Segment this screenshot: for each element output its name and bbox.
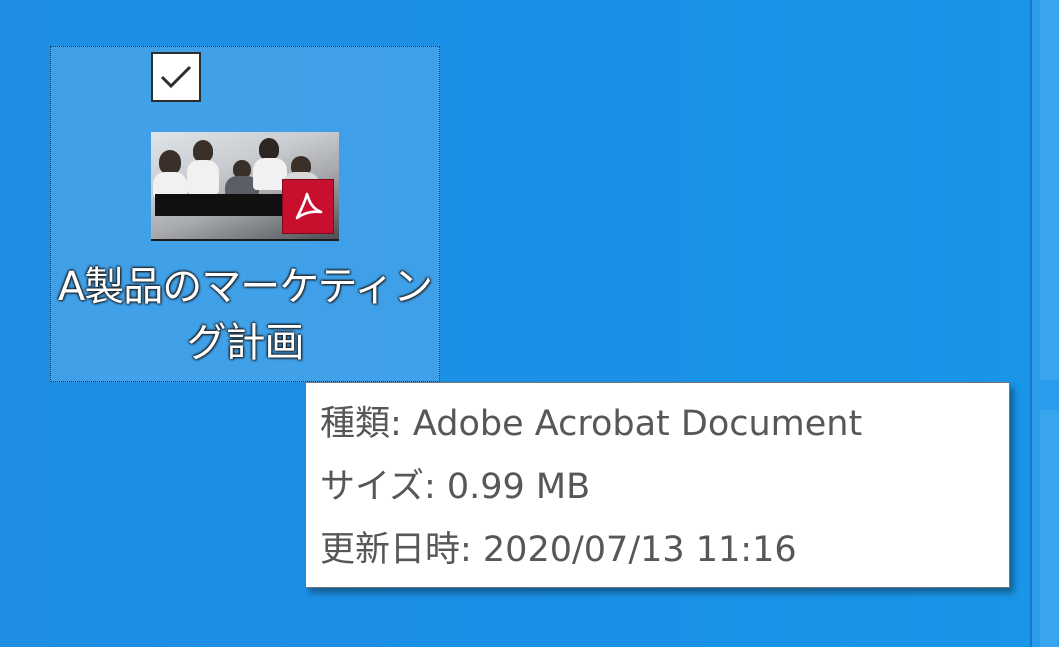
file-name-label: A製品のマーケティン グ計画 (51, 259, 439, 371)
thumbnail-person (193, 140, 213, 162)
checkmark-icon (160, 65, 192, 89)
right-edge-segment (1040, 410, 1058, 647)
right-edge-panel (1030, 0, 1059, 647)
tooltip-size: サイズ: 0.99 MB (320, 467, 591, 507)
selection-checkbox[interactable] (151, 52, 201, 102)
file-info-tooltip: 種類: Adobe Acrobat Document サイズ: 0.99 MB … (305, 382, 1010, 588)
desktop-file-icon[interactable]: A製品のマーケティン グ計画 (50, 46, 440, 382)
thumbnail-person (187, 160, 219, 194)
right-edge-segment (1040, 0, 1058, 380)
file-name-line: A製品のマーケティン (57, 264, 433, 310)
thumbnail-banner (155, 194, 291, 216)
thumbnail-person (259, 138, 279, 160)
adobe-acrobat-icon (282, 179, 334, 234)
file-name-line: グ計画 (186, 320, 305, 366)
tooltip-type: 種類: Adobe Acrobat Document (320, 404, 863, 444)
thumbnail-person (159, 150, 181, 174)
desktop[interactable]: A製品のマーケティン グ計画 種類: Adobe Acrobat Documen… (0, 0, 1059, 647)
pdf-thumbnail (151, 132, 339, 241)
tooltip-modified: 更新日時: 2020/07/13 11:16 (320, 530, 797, 570)
acrobat-logo-icon (295, 192, 323, 219)
